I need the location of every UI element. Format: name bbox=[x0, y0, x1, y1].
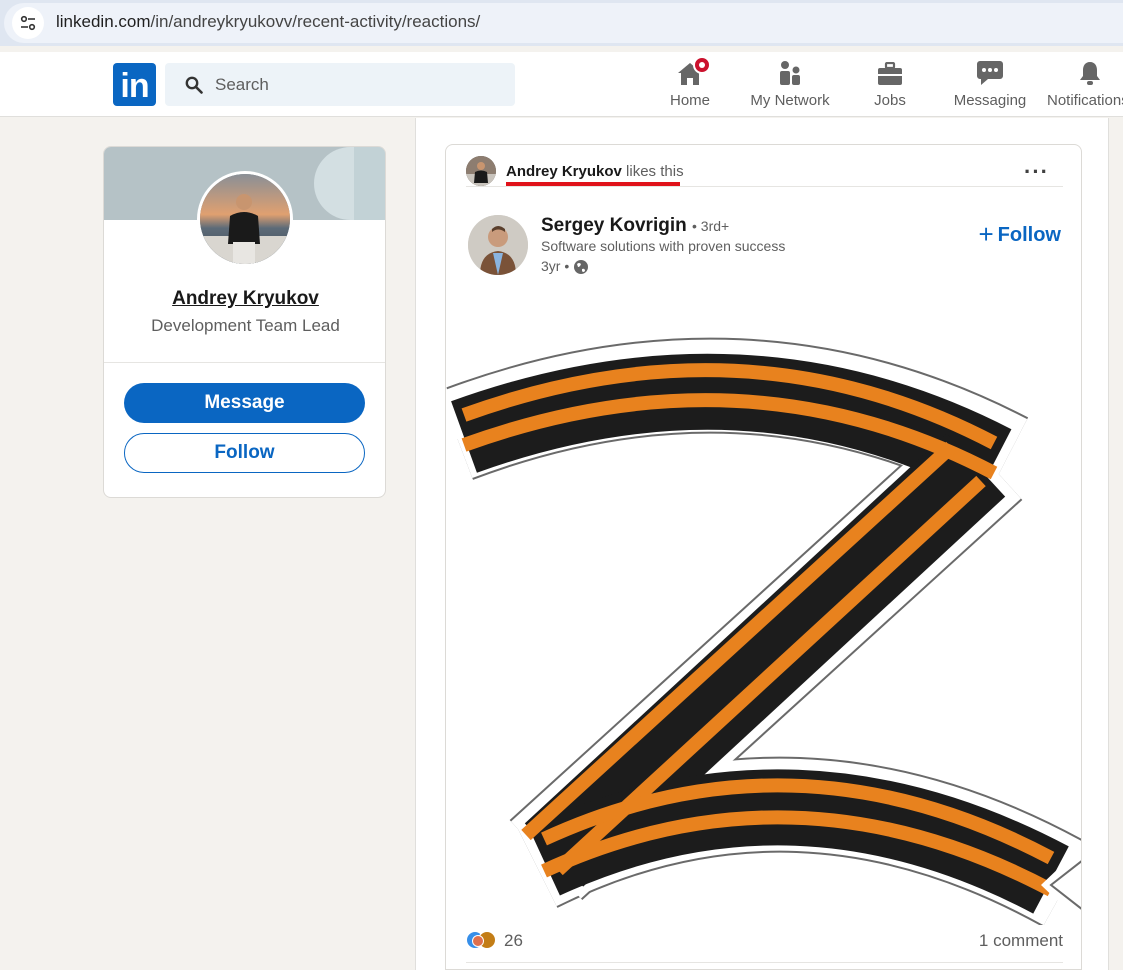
search-box[interactable]: Search bbox=[165, 63, 515, 106]
globe-icon bbox=[574, 260, 589, 275]
post-card: Andrey Kryukov likes this ··· Sergey Kov… bbox=[445, 144, 1082, 970]
message-button[interactable]: Message bbox=[124, 383, 365, 423]
divider bbox=[104, 362, 385, 363]
nav-messaging[interactable]: Messaging bbox=[950, 58, 1030, 114]
activity-actor-link[interactable]: Andrey Kryukov bbox=[506, 163, 622, 180]
follow-author-button[interactable]: + Follow bbox=[978, 219, 1061, 250]
activity-text: Andrey Kryukov likes this bbox=[506, 163, 684, 180]
activity-verb: likes this bbox=[626, 163, 684, 180]
author-headline: Software solutions with proven success bbox=[541, 238, 786, 254]
nav-home-label: Home bbox=[669, 92, 710, 109]
messaging-icon bbox=[977, 61, 1003, 85]
profile-name-link[interactable]: Andrey Kryukov bbox=[104, 288, 385, 310]
author-avatar[interactable] bbox=[468, 215, 528, 275]
notification-badge bbox=[693, 56, 711, 74]
red-underline-annotation bbox=[506, 182, 680, 186]
nav-my-network[interactable]: My Network bbox=[745, 58, 835, 114]
url-text[interactable]: linkedin.com/in/andreykryukovv/recent-ac… bbox=[56, 12, 480, 32]
nav-jobs[interactable]: Jobs bbox=[865, 58, 915, 114]
briefcase-icon bbox=[878, 62, 902, 85]
actor-avatar[interactable] bbox=[466, 156, 496, 186]
more-options-icon[interactable]: ··· bbox=[1024, 159, 1049, 185]
network-icon bbox=[780, 61, 800, 85]
linkedin-logo[interactable]: in bbox=[113, 63, 156, 106]
post-age: 3yr • bbox=[541, 258, 570, 274]
author-name-link[interactable]: Sergey Kovrigin • 3rd+ bbox=[541, 215, 729, 237]
profile-avatar[interactable] bbox=[197, 171, 293, 267]
url-path: /in/andreykryukovv/recent-activity/react… bbox=[150, 12, 481, 31]
linkedin-top-nav: in Search Home My Network Jobs Messaging… bbox=[0, 52, 1123, 117]
activity-header: Andrey Kryukov likes this ··· bbox=[466, 155, 1063, 187]
search-input[interactable]: Search bbox=[215, 75, 269, 95]
social-counts-bar: 26 1 comment bbox=[466, 929, 1063, 959]
site-settings-icon[interactable] bbox=[12, 7, 44, 39]
reaction-count[interactable]: 26 bbox=[504, 931, 523, 951]
profile-card: Andrey Kryukov Development Team Lead Mes… bbox=[103, 146, 386, 498]
nav-notifications[interactable]: Notifications bbox=[1047, 58, 1123, 114]
plus-icon: + bbox=[978, 219, 994, 249]
nav-jobs-label: Jobs bbox=[874, 92, 906, 109]
search-icon bbox=[185, 76, 203, 94]
author-name: Sergey Kovrigin bbox=[541, 215, 687, 236]
nav-messaging-label: Messaging bbox=[953, 92, 1027, 109]
profile-headline: Development Team Lead bbox=[151, 316, 340, 335]
follow-profile-button[interactable]: Follow bbox=[124, 433, 365, 473]
love-reaction-icon bbox=[472, 935, 484, 947]
nav-notifications-label: Notifications bbox=[1047, 92, 1123, 109]
browser-address-bar: linkedin.com/in/andreykryukovv/recent-ac… bbox=[0, 0, 1123, 46]
follow-author-label: Follow bbox=[997, 224, 1061, 246]
divider bbox=[466, 962, 1063, 963]
comment-count-link[interactable]: 1 comment bbox=[979, 931, 1063, 951]
nav-my-network-label: My Network bbox=[750, 92, 830, 109]
post-timestamp: 3yr • bbox=[541, 258, 589, 275]
bell-icon bbox=[1080, 62, 1100, 85]
nav-home[interactable]: Home bbox=[665, 56, 715, 114]
post-image[interactable] bbox=[446, 305, 1081, 928]
reaction-icons[interactable] bbox=[466, 931, 500, 951]
connection-degree: • 3rd+ bbox=[692, 218, 730, 234]
url-host: linkedin.com bbox=[56, 12, 151, 31]
